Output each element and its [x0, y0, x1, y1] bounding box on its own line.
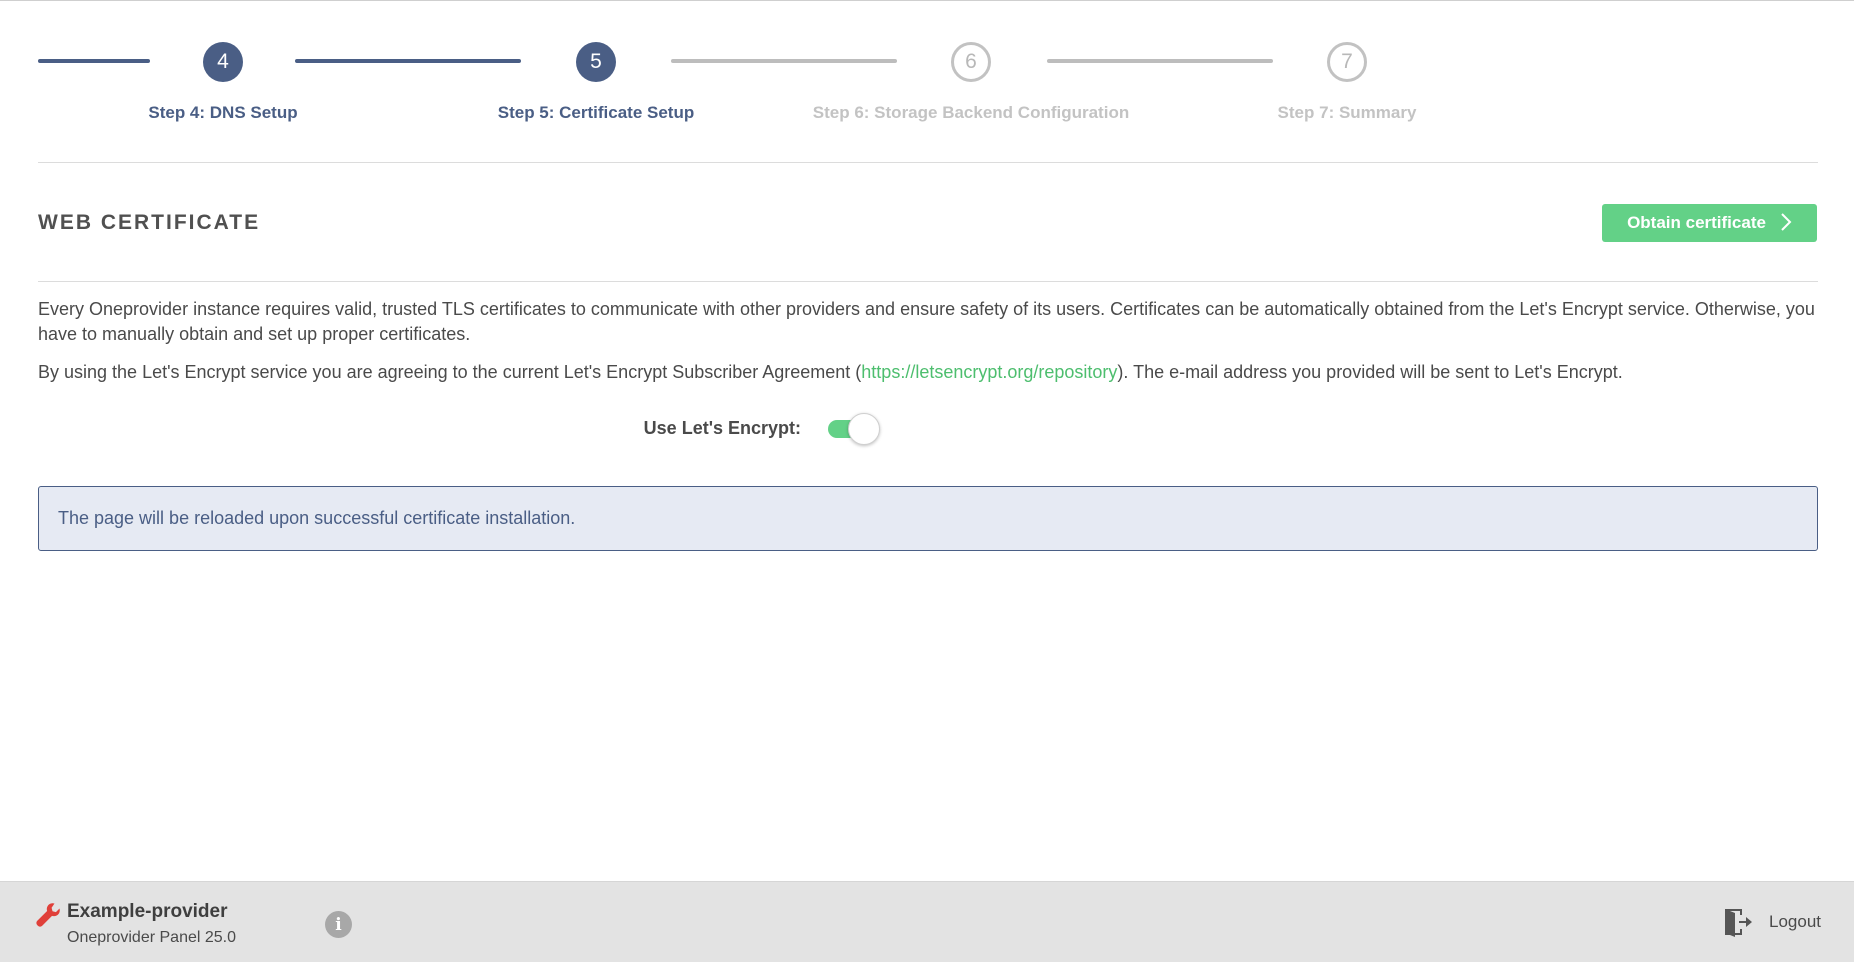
agreement-text-before: By using the Let's Encrypt service you a…: [38, 362, 862, 382]
letsencrypt-toggle-label: Use Let's Encrypt:: [643, 417, 801, 438]
chevron-right-icon: [1781, 213, 1792, 231]
logout-icon: [1725, 909, 1752, 937]
step-7-circle: 7: [1327, 42, 1367, 82]
step-connector: [38, 59, 150, 63]
logout-label: Logout: [1769, 912, 1821, 931]
panel-version: Oneprovider Panel 25.0: [67, 929, 236, 946]
top-border: [0, 0, 1854, 1]
letsencrypt-toggle-row: Use Let's Encrypt:: [600, 410, 880, 446]
step-4-circle: 4: [203, 42, 243, 82]
info-icon[interactable]: i: [325, 911, 352, 938]
step-connector: [671, 59, 897, 63]
obtain-certificate-button[interactable]: Obtain certificate: [1602, 204, 1817, 242]
certificate-description: Every Oneprovider instance requires vali…: [38, 299, 1815, 344]
step-connector: [1047, 59, 1273, 63]
step-5-label: Step 5: Certificate Setup: [497, 103, 695, 122]
footer-bar: Example-provider Oneprovider Panel 25.0 …: [0, 881, 1854, 962]
step-7-label: Step 7: Summary: [1277, 103, 1417, 122]
agreement-text-after: ). The e-mail address you provided will …: [1117, 362, 1623, 382]
divider: [38, 162, 1818, 163]
provider-name: Example-provider: [67, 901, 228, 922]
wrench-icon: [36, 903, 60, 927]
letsencrypt-toggle[interactable]: [828, 412, 880, 445]
step-6-label: Step 6: Storage Backend Configuration: [812, 103, 1130, 122]
toggle-knob: [848, 413, 880, 445]
step-5-circle: 5: [576, 42, 616, 82]
agreement-text: By using the Let's Encrypt service you a…: [38, 360, 1820, 385]
letsencrypt-repository-link[interactable]: https://letsencrypt.org/repository: [861, 362, 1117, 382]
reload-info-text: The page will be reloaded upon successfu…: [58, 508, 576, 528]
step-6-circle: 6: [951, 42, 991, 82]
reload-info-alert: The page will be reloaded upon successfu…: [38, 486, 1818, 551]
divider: [38, 281, 1818, 282]
logout-button[interactable]: Logout: [1721, 906, 1821, 938]
section-title: WEB CERTIFICATE: [38, 211, 261, 234]
obtain-certificate-label: Obtain certificate: [1627, 213, 1766, 232]
step-connector: [295, 59, 521, 63]
setup-stepper: 4 5 6 7 Step 4: DNS Setup Step 5: Certif…: [38, 40, 1818, 130]
step-4-label: Step 4: DNS Setup: [148, 103, 298, 122]
